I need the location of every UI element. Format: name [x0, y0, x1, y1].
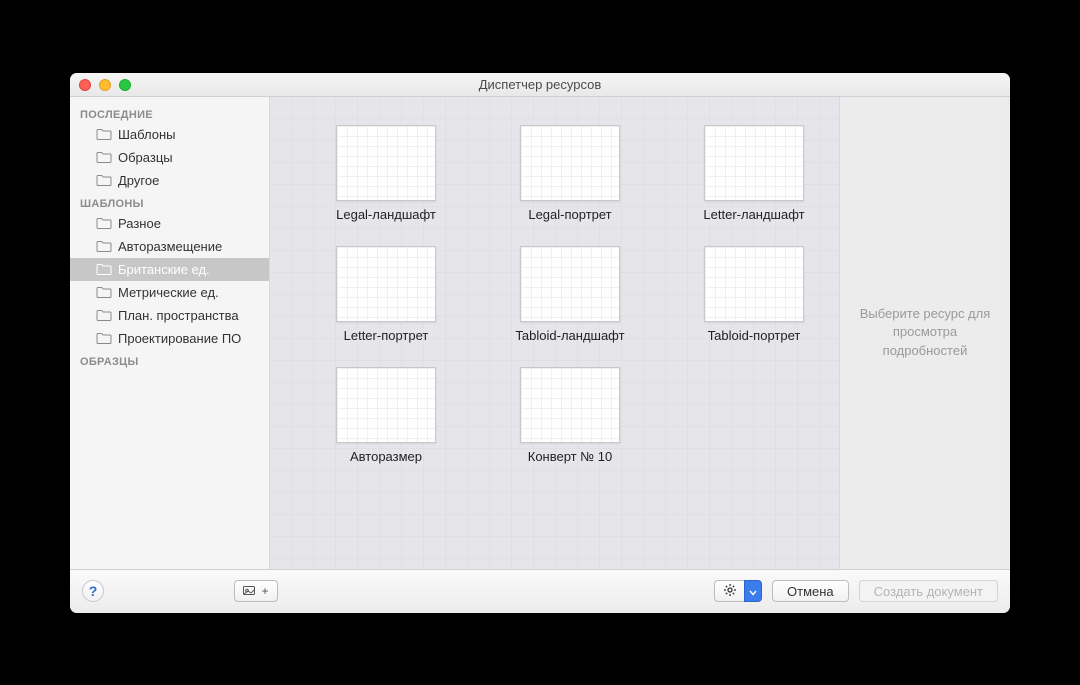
sidebar-item[interactable]: Метрические ед.: [70, 281, 269, 304]
titlebar: Диспетчер ресурсов: [70, 73, 1010, 97]
sidebar-item-label: Метрические ед.: [118, 285, 219, 300]
plus-icon: +: [261, 584, 268, 598]
sidebar-item[interactable]: Шаблоны: [70, 123, 269, 146]
sidebar-item-label: Разное: [118, 216, 161, 231]
traffic-lights: [79, 79, 131, 91]
template-tile[interactable]: Letter-ландшафт: [674, 125, 834, 222]
template-thumbnail: [704, 125, 804, 201]
template-label: Конверт № 10: [528, 449, 613, 464]
template-thumbnail: [336, 246, 436, 322]
folder-icon: [96, 263, 112, 275]
template-grid: Legal-ландшафт Legal-портрет Letter-ландша…: [270, 97, 839, 492]
sidebar-item[interactable]: Авторазмещение: [70, 235, 269, 258]
folder-icon: [96, 174, 112, 186]
sidebar-item-label: Авторазмещение: [118, 239, 222, 254]
chevron-down-icon: [749, 584, 757, 599]
template-tile[interactable]: Конверт № 10: [490, 367, 650, 464]
sidebar: ПОСЛЕДНИЕ Шаблоны Образцы Другое ШАБЛОНЫ Разн…: [70, 97, 270, 569]
sidebar-item[interactable]: Британские ед.: [70, 258, 269, 281]
template-tile[interactable]: Letter-портрет: [306, 246, 466, 343]
template-tile[interactable]: Legal-портрет: [490, 125, 650, 222]
folder-icon: [96, 217, 112, 229]
sidebar-item-label: Шаблоны: [118, 127, 176, 142]
template-label: Авторазмер: [350, 449, 422, 464]
sidebar-item[interactable]: План. пространства: [70, 304, 269, 327]
template-label: Letter-ландшафт: [703, 207, 804, 222]
window-title: Диспетчер ресурсов: [479, 77, 602, 92]
sidebar-item[interactable]: Другое: [70, 169, 269, 192]
help-button[interactable]: ?: [82, 580, 104, 602]
template-tile[interactable]: Tabloid-ландшафт: [490, 246, 650, 343]
sidebar-section-head: ПОСЛЕДНИЕ: [70, 103, 269, 123]
template-grid-area: Legal-ландшафт Legal-портрет Letter-ландша…: [270, 97, 840, 569]
cancel-button[interactable]: Отмена: [772, 580, 849, 602]
template-label: Tabloid-ландшафт: [515, 328, 624, 343]
template-label: Legal-портрет: [528, 207, 611, 222]
folder-icon: [96, 240, 112, 252]
action-menu: [714, 580, 762, 602]
window: Диспетчер ресурсов ПОСЛЕДНИЕ Шаблоны Образ…: [70, 73, 1010, 613]
template-tile[interactable]: Legal-ландшафт: [306, 125, 466, 222]
minimize-window-button[interactable]: [99, 79, 111, 91]
sidebar-item-label: Британские ед.: [118, 262, 210, 277]
sidebar-item[interactable]: Разное: [70, 212, 269, 235]
add-resource-icon: [243, 584, 259, 599]
details-panel: Выберите ресурс для просмотра подробност…: [840, 97, 1010, 569]
template-label: Letter-портрет: [344, 328, 429, 343]
folder-icon: [96, 309, 112, 321]
sidebar-section-head: ШАБЛОНЫ: [70, 192, 269, 212]
template-thumbnail: [520, 367, 620, 443]
details-placeholder: Выберите ресурс для просмотра подробност…: [850, 305, 1000, 360]
template-thumbnail: [704, 246, 804, 322]
action-menu-button[interactable]: [714, 580, 744, 602]
folder-icon: [96, 151, 112, 163]
template-thumbnail: [520, 125, 620, 201]
sidebar-item-label: План. пространства: [118, 308, 239, 323]
action-menu-dropdown[interactable]: [744, 580, 762, 602]
zoom-window-button[interactable]: [119, 79, 131, 91]
template-tile[interactable]: Авторазмер: [306, 367, 466, 464]
sidebar-item-label: Образцы: [118, 150, 173, 165]
template-label: Legal-ландшафт: [336, 207, 436, 222]
sidebar-section-head: ОБРАЗЦЫ: [70, 350, 269, 370]
folder-icon: [96, 128, 112, 140]
gear-icon: [723, 583, 737, 600]
create-document-button[interactable]: Создать документ: [859, 580, 998, 602]
template-tile[interactable]: Tabloid-портрет: [674, 246, 834, 343]
folder-icon: [96, 286, 112, 298]
window-body: ПОСЛЕДНИЕ Шаблоны Образцы Другое ШАБЛОНЫ Разн…: [70, 97, 1010, 569]
sidebar-item[interactable]: Образцы: [70, 146, 269, 169]
add-resource-button[interactable]: +: [234, 580, 278, 602]
close-window-button[interactable]: [79, 79, 91, 91]
sidebar-item[interactable]: Проектирование ПО: [70, 327, 269, 350]
sidebar-item-label: Проектирование ПО: [118, 331, 241, 346]
footer: ? + Отмена Создать документ: [70, 569, 1010, 613]
template-thumbnail: [520, 246, 620, 322]
sidebar-item-label: Другое: [118, 173, 159, 188]
template-thumbnail: [336, 125, 436, 201]
template-label: Tabloid-портрет: [708, 328, 801, 343]
template-thumbnail: [336, 367, 436, 443]
folder-icon: [96, 332, 112, 344]
